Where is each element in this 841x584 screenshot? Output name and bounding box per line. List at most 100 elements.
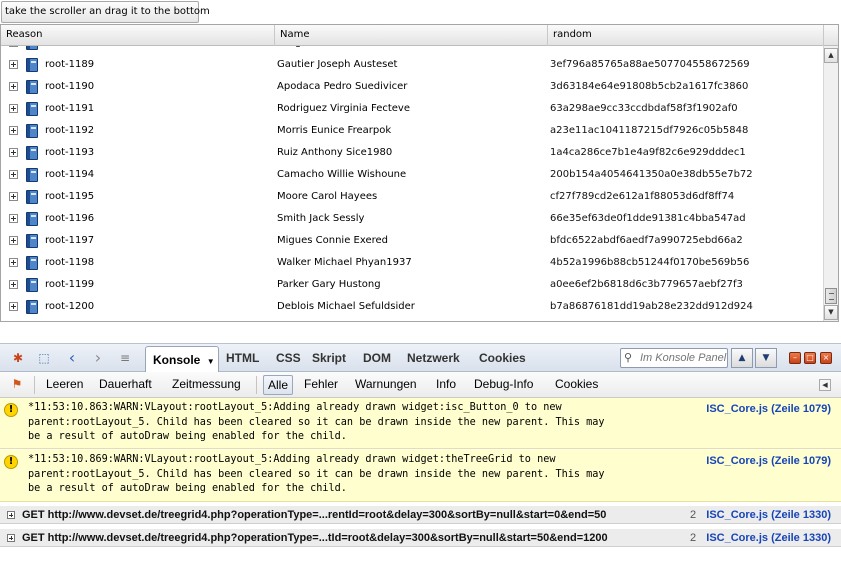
- reason-cell: root-1194: [9, 164, 275, 186]
- expand-icon[interactable]: [9, 148, 18, 157]
- table-row[interactable]: root-1200 Deblois Michael Sefuldsider b7…: [1, 296, 821, 318]
- reason-cell: root-1190: [9, 76, 275, 98]
- filter-errors-button[interactable]: Fehler: [300, 375, 342, 395]
- column-header-random[interactable]: random: [548, 25, 824, 46]
- log-source-link[interactable]: ISC_Core.js (Zeile 1330): [706, 507, 831, 523]
- chevron-down-icon[interactable]: ▼: [207, 357, 215, 366]
- log-source-link[interactable]: ISC_Core.js (Zeile 1330): [706, 530, 831, 546]
- table-row[interactable]: root-1196 Smith Jack Sessly 66e35ef63de0…: [1, 208, 821, 230]
- command-line-icon[interactable]: ≡: [117, 350, 133, 366]
- expand-icon[interactable]: [9, 82, 18, 91]
- log-source-link[interactable]: ISC_Core.js (Zeile 1079): [706, 455, 831, 467]
- search-icon: ⚲: [624, 351, 633, 364]
- table-row[interactable]: root-1193 Ruiz Anthony Sice1980 1a4ca286…: [1, 142, 821, 164]
- expand-icon[interactable]: [9, 192, 18, 201]
- name-cell: Walker Michael Phyan1937: [277, 257, 412, 268]
- name-cell: Camacho Willie Wishoune: [277, 169, 407, 180]
- firebug-main-toolbar: ✱ ⬚ ‹ › ≡ Konsole ▼ HTML CSS Skript DOM …: [0, 343, 841, 373]
- name-cell: Parker Gary Hustong: [277, 279, 381, 290]
- name-cell: Moore Carol Hayees: [277, 191, 378, 202]
- reason-cell: root-1198: [9, 252, 275, 274]
- profile-button[interactable]: Zeitmessung: [168, 375, 245, 395]
- tab-html[interactable]: HTML: [222, 348, 263, 370]
- back-arrow-icon[interactable]: ‹: [64, 350, 80, 366]
- table-row[interactable]: root-1197 Migues Connie Exered bfdc6522a…: [1, 230, 821, 252]
- tab-skript[interactable]: Skript: [308, 348, 350, 370]
- table-row[interactable]: root-1195 Moore Carol Hayees cf27f789cd2…: [1, 186, 821, 208]
- reason-cell: root-1188: [9, 46, 275, 54]
- detach-window-icon[interactable]: □: [804, 352, 816, 364]
- random-cell: a23e11ac1041187215df7926c05b5848: [550, 125, 749, 136]
- folder-book-icon: [26, 256, 38, 270]
- persist-button[interactable]: Dauerhaft: [95, 375, 156, 395]
- toolbar-divider: [256, 376, 257, 394]
- expand-icon[interactable]: [9, 46, 18, 47]
- table-row[interactable]: root-1199 Parker Gary Hustong a0ee6ef2b6…: [1, 274, 821, 296]
- table-row[interactable]: root-1198 Walker Michael Phyan1937 4b52a…: [1, 252, 821, 274]
- tab-css[interactable]: CSS: [272, 348, 305, 370]
- random-cell: 3d63184e64e91808b5cb2a1617fc3860: [550, 81, 749, 92]
- folder-book-icon: [26, 46, 38, 50]
- forward-arrow-icon[interactable]: ›: [90, 350, 106, 366]
- close-icon[interactable]: ×: [820, 352, 832, 364]
- grid-vertical-scrollbar[interactable]: ▲ ▼: [823, 46, 838, 321]
- column-header-name[interactable]: Name: [275, 25, 548, 46]
- expand-icon[interactable]: [9, 236, 18, 245]
- console-options-icon[interactable]: ⚑: [9, 376, 25, 392]
- log-entry-warning[interactable]: ! *11:53:10.863:WARN:VLayout:rootLayout_…: [0, 398, 841, 449]
- expand-icon[interactable]: [7, 511, 15, 519]
- expand-icon[interactable]: [9, 126, 18, 135]
- search-previous-icon[interactable]: ▲: [731, 348, 753, 368]
- table-row[interactable]: root-1188 Lang Michael Fullentreske d25c…: [1, 46, 821, 54]
- minimize-icon[interactable]: –: [789, 352, 801, 364]
- filter-info-button[interactable]: Info: [432, 375, 460, 395]
- search-input[interactable]: [620, 348, 728, 368]
- scroll-thumb[interactable]: [825, 288, 837, 304]
- table-row[interactable]: root-1192 Morris Eunice Frearpok a23e11a…: [1, 120, 821, 142]
- filter-warnings-button[interactable]: Warnungen: [351, 375, 421, 395]
- search-next-icon[interactable]: ▼: [755, 348, 777, 368]
- expand-icon[interactable]: [9, 214, 18, 223]
- log-entry-request[interactable]: GET http://www.devset.de/treegrid4.php?o…: [0, 529, 841, 547]
- table-row[interactable]: root-1189 Gautier Joseph Austeset 3ef796…: [1, 54, 821, 76]
- filter-cookies-button[interactable]: Cookies: [551, 375, 602, 395]
- warning-icon: !: [4, 403, 18, 417]
- expand-icon[interactable]: [7, 534, 15, 542]
- filter-debug-info-button[interactable]: Debug-Info: [470, 375, 537, 395]
- tab-dom[interactable]: DOM: [359, 348, 395, 370]
- scroll-up-arrow-icon[interactable]: ▲: [824, 48, 838, 63]
- log-message: *11:53:10.863:WARN:VLayout:rootLayout_5:…: [28, 402, 605, 442]
- table-row[interactable]: root-1191 Rodriguez Virginia Fecteve 63a…: [1, 98, 821, 120]
- tab-konsole[interactable]: Konsole ▼: [145, 346, 219, 373]
- log-entry-warning[interactable]: ! *11:53:10.869:WARN:VLayout:rootLayout_…: [0, 450, 841, 502]
- scroll-down-arrow-icon[interactable]: ▼: [824, 305, 838, 320]
- random-cell: 4b52a1996b88cb51244f0170be569b56: [550, 257, 750, 268]
- table-row[interactable]: root-1190 Apodaca Pedro Suedivicer 3d631…: [1, 76, 821, 98]
- scroll-left-icon[interactable]: ◀: [819, 379, 831, 391]
- expand-icon[interactable]: [9, 170, 18, 179]
- console-toolbar: ⚑ Leeren Dauerhaft Zeitmessung Alle Fehl…: [0, 372, 841, 398]
- tab-cookies[interactable]: Cookies: [475, 348, 530, 370]
- folder-book-icon: [26, 234, 38, 248]
- log-source-link[interactable]: ISC_Core.js (Zeile 1079): [706, 403, 831, 415]
- column-header-reason[interactable]: Reason: [1, 25, 275, 46]
- clear-button[interactable]: Leeren: [42, 375, 87, 395]
- name-cell: Apodaca Pedro Suedivicer: [277, 81, 408, 92]
- expand-icon[interactable]: [9, 280, 18, 289]
- expand-icon[interactable]: [9, 258, 18, 267]
- filter-all-button[interactable]: Alle: [263, 375, 294, 395]
- expand-icon[interactable]: [9, 302, 18, 311]
- reason-cell: root-1193: [9, 142, 275, 164]
- expand-icon[interactable]: [9, 60, 18, 69]
- inspect-element-icon[interactable]: ⬚: [36, 350, 52, 366]
- firebug-bug-icon[interactable]: ✱: [10, 350, 26, 366]
- random-cell: cf27f789cd2e612a1f88053d6df8ff74: [550, 191, 735, 202]
- name-cell: Morris Eunice Frearpok: [277, 125, 392, 136]
- table-row[interactable]: root-1194 Camacho Willie Wishoune 200b15…: [1, 164, 821, 186]
- log-entry-request[interactable]: GET http://www.devset.de/treegrid4.php?o…: [0, 506, 841, 524]
- tab-netzwerk[interactable]: Netzwerk: [403, 348, 464, 370]
- random-cell: 66e35ef63de0f1dde91381c4bba547ad: [550, 213, 746, 224]
- expand-icon[interactable]: [9, 104, 18, 113]
- folder-book-icon: [26, 190, 38, 204]
- scroll-instruction-button[interactable]: take the scroller an drag it to the bott…: [1, 1, 210, 23]
